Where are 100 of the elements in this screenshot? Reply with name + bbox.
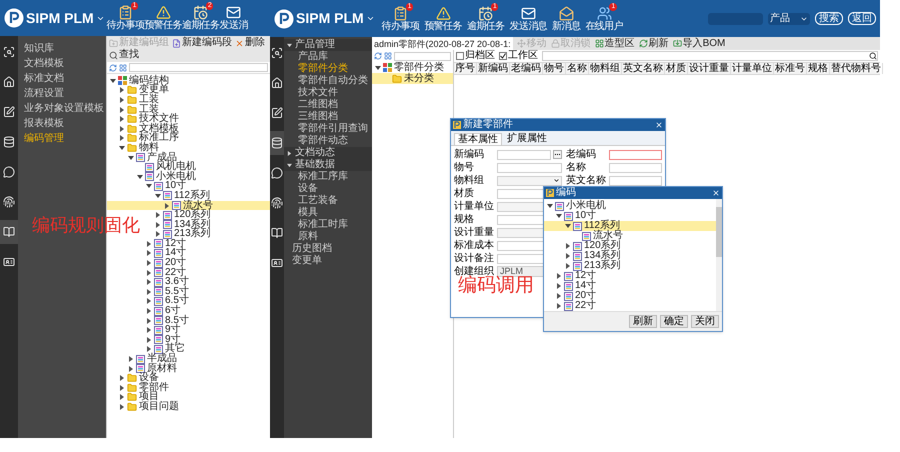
caret-right-icon[interactable] bbox=[146, 240, 152, 247]
caret-right-icon[interactable] bbox=[119, 126, 125, 132]
caret-right-icon[interactable] bbox=[119, 116, 125, 122]
toolbar-button[interactable]: 删除 bbox=[235, 37, 265, 49]
nav-item[interactable]: 零部件自动分类 bbox=[284, 75, 372, 87]
toolbar-button[interactable]: 造型区 bbox=[594, 38, 635, 48]
nav-item[interactable]: 编码管理 bbox=[18, 131, 106, 146]
search-field[interactable] bbox=[129, 63, 268, 72]
toolbar-button[interactable]: 新建编码段 bbox=[172, 37, 232, 49]
caret-right-icon[interactable] bbox=[146, 260, 152, 266]
refresh-icon[interactable] bbox=[374, 52, 382, 60]
caret-right-icon[interactable] bbox=[565, 243, 571, 249]
caret-right-icon[interactable] bbox=[119, 96, 125, 103]
nav-group[interactable]: 基础数据 bbox=[284, 159, 372, 171]
nav-item[interactable]: 二维图档 bbox=[284, 99, 372, 111]
tree-icon[interactable] bbox=[119, 64, 127, 72]
caret-right-icon[interactable] bbox=[119, 87, 125, 94]
toolbar-button[interactable]: 导入BOM bbox=[672, 38, 726, 48]
search-field[interactable] bbox=[394, 52, 451, 60]
nav-item[interactable]: 流程设置 bbox=[18, 86, 106, 101]
caret-right-icon[interactable] bbox=[146, 327, 152, 334]
nav-item[interactable]: 标准工序库 bbox=[284, 171, 372, 183]
tab[interactable]: 基本属性 bbox=[454, 133, 502, 145]
caret-right-icon[interactable] bbox=[146, 270, 152, 276]
close-icon[interactable] bbox=[712, 189, 720, 197]
caret-right-icon[interactable] bbox=[146, 336, 152, 343]
column-header[interactable]: 设计重量 bbox=[688, 63, 731, 74]
header-button[interactable]: 返回 bbox=[848, 12, 876, 25]
nav-group[interactable]: 文档动态 bbox=[284, 147, 372, 159]
caret-down-icon[interactable] bbox=[110, 78, 116, 84]
caret-down-icon[interactable] bbox=[155, 192, 161, 199]
column-header[interactable]: 物料组 bbox=[589, 63, 622, 74]
nav-item[interactable]: 文档模板 bbox=[18, 56, 106, 71]
column-header[interactable]: 材质 bbox=[665, 63, 688, 74]
caret-right-icon[interactable] bbox=[119, 404, 125, 410]
dialog-button[interactable]: 关闭 bbox=[691, 315, 719, 328]
nav-item[interactable]: 知识库 bbox=[18, 41, 106, 56]
toolbar-button[interactable]: 预警任务 bbox=[424, 6, 462, 32]
caret-right-icon[interactable] bbox=[146, 288, 152, 295]
checkbox[interactable] bbox=[456, 52, 464, 60]
caret-right-icon[interactable] bbox=[556, 273, 562, 279]
column-header[interactable]: 英文名称 bbox=[622, 63, 665, 74]
tree-icon[interactable] bbox=[384, 52, 392, 60]
close-icon[interactable] bbox=[655, 121, 663, 129]
nav-item[interactable]: 模具 bbox=[284, 207, 372, 219]
column-header[interactable]: 序号 bbox=[454, 63, 477, 74]
caret-right-icon[interactable] bbox=[565, 253, 571, 259]
toolbar-button[interactable]: 发送消 bbox=[220, 5, 248, 31]
caret-down-icon[interactable] bbox=[137, 174, 143, 180]
caret-icon[interactable] bbox=[366, 14, 375, 23]
input-field[interactable] bbox=[497, 162, 562, 172]
tree-row[interactable]: 未分类 bbox=[372, 73, 453, 84]
caret-down-icon[interactable] bbox=[565, 223, 571, 229]
caret-right-icon[interactable] bbox=[556, 293, 562, 299]
caret-right-icon[interactable] bbox=[146, 318, 152, 324]
caret-right-icon[interactable] bbox=[155, 231, 161, 238]
input-field[interactable] bbox=[609, 150, 662, 160]
caret-right-icon[interactable] bbox=[146, 250, 152, 256]
dialog-button[interactable]: 确定 bbox=[660, 315, 688, 328]
toolbar-button[interactable]: 发送消息 bbox=[510, 6, 548, 32]
header-button[interactable]: 搜索 bbox=[815, 12, 843, 25]
caret-right-icon[interactable] bbox=[146, 308, 152, 314]
column-header[interactable]: 老编码 bbox=[510, 63, 543, 74]
tree-row[interactable]: 112系列 bbox=[544, 221, 716, 231]
nav-item[interactable]: 标准工时库 bbox=[284, 219, 372, 231]
column-header[interactable]: 标准号 bbox=[774, 63, 807, 74]
toolbar-button[interactable]: 新消息 bbox=[552, 6, 580, 32]
nav-item[interactable]: 历史图档 bbox=[284, 243, 372, 255]
nav-item[interactable]: 设备 bbox=[284, 183, 372, 195]
nav-item[interactable]: 零部件分类 bbox=[284, 63, 372, 75]
toolbar-button[interactable]: 刷新 bbox=[638, 38, 669, 48]
caret-right-icon[interactable] bbox=[119, 375, 125, 382]
toolbar-button[interactable]: 预警任务 bbox=[144, 5, 182, 31]
refresh-icon[interactable] bbox=[109, 64, 117, 72]
scrollbar[interactable] bbox=[716, 199, 722, 311]
column-header[interactable]: 规格 bbox=[807, 63, 830, 74]
caret-down-icon[interactable] bbox=[375, 64, 381, 70]
checkbox[interactable] bbox=[499, 52, 507, 60]
nav-group[interactable]: 产品管理 bbox=[284, 39, 372, 51]
caret-right-icon[interactable] bbox=[119, 384, 125, 391]
nav-item[interactable]: 业务对象设置模板 bbox=[18, 101, 106, 116]
nav-item[interactable]: 报表模板 bbox=[18, 116, 106, 131]
caret-down-icon[interactable] bbox=[128, 154, 134, 161]
caret-right-icon[interactable] bbox=[119, 135, 125, 142]
nav-item[interactable]: 工艺装备 bbox=[284, 195, 372, 207]
caret-right-icon[interactable] bbox=[556, 283, 562, 289]
caret-right-icon[interactable] bbox=[146, 298, 152, 304]
caret-right-icon[interactable] bbox=[556, 303, 562, 309]
input-field[interactable] bbox=[609, 176, 662, 186]
nav-item[interactable]: 三维图档 bbox=[284, 111, 372, 123]
tab[interactable]: admin零部件(2020-08-27 20-08-1: bbox=[372, 37, 513, 50]
tab[interactable]: 扩展属性 bbox=[504, 133, 550, 145]
nav-item[interactable]: 标准文档 bbox=[18, 71, 106, 86]
caret-right-icon[interactable] bbox=[146, 279, 152, 286]
browse-button[interactable] bbox=[553, 150, 562, 159]
caret-right-icon[interactable] bbox=[155, 222, 161, 228]
input-field[interactable] bbox=[609, 162, 662, 172]
nav-item[interactable]: 零部件引用查询 bbox=[284, 123, 372, 135]
search-field[interactable] bbox=[542, 51, 878, 61]
caret-down-icon[interactable] bbox=[119, 144, 125, 151]
